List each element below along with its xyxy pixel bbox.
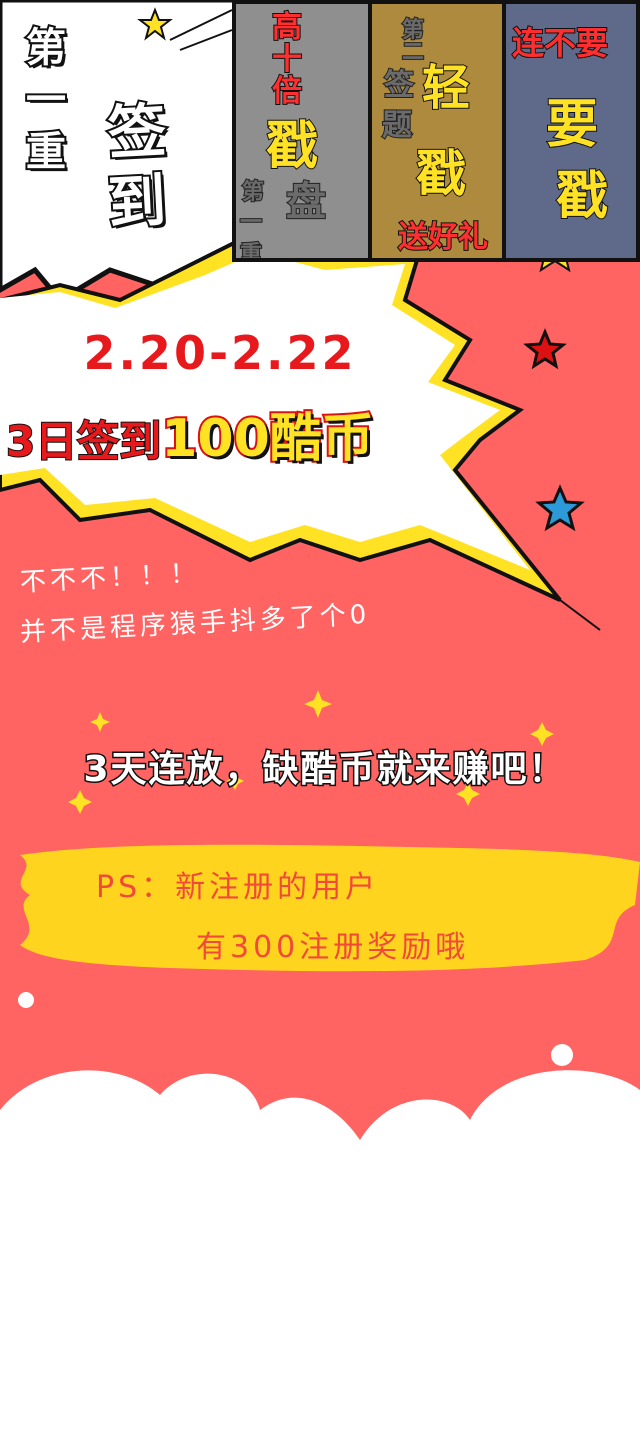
panel-text: 盘 [285, 178, 327, 226]
slogan: 3天连放，缺酷币就来赚吧！ [82, 748, 567, 792]
dot [551, 1044, 573, 1066]
comic-panel-1: 高十倍 戳 第 一重 盘 [232, 0, 372, 262]
sign-in-days: 3日签到 [5, 416, 162, 467]
panel-text: 要 [545, 94, 599, 156]
dot [18, 992, 34, 1008]
ps-line-2: 有300注册奖励哦 [196, 930, 470, 965]
title-char: 重 [24, 127, 68, 177]
panel-text: 送好礼 [397, 219, 489, 256]
comic-panel-2: 第 二 签 轻 题 戳 送好礼 [368, 0, 506, 262]
dot [412, 1120, 428, 1136]
panel-text: 戳 [555, 166, 609, 228]
panel-text: 签 [383, 67, 415, 104]
star-blue [535, 484, 585, 532]
title-char: 一 [24, 75, 68, 125]
star-red [523, 328, 567, 370]
title-big-column: 签 到 [104, 94, 198, 239]
panel-text: 戳 [265, 116, 319, 178]
title-small-column: 第 一 重 [24, 22, 86, 178]
sign-in-reward: 3日签到100酷币 [5, 396, 466, 471]
title-big-char: 签 [104, 94, 169, 169]
reward-coins: 100酷币 [159, 407, 376, 471]
title-char: 第 [24, 23, 68, 73]
panel-text: 戳 [415, 144, 467, 204]
ps-line-1: PS：新注册的用户 [96, 870, 380, 905]
cloud-bottom [0, 1070, 640, 1450]
panel-text: 轻 [421, 59, 471, 117]
event-dates: 2.20-2.22 [83, 326, 357, 380]
panel-text: 题 [381, 107, 413, 144]
title-big-char: 到 [104, 164, 169, 239]
panel-text: 连不要 [511, 23, 609, 63]
panel-text: 一重 [239, 209, 263, 262]
panel-text: 高十倍 [271, 10, 303, 109]
comic-panel-3: 连不要 要 戳 [502, 0, 640, 262]
panel-text: 第 [241, 179, 265, 206]
